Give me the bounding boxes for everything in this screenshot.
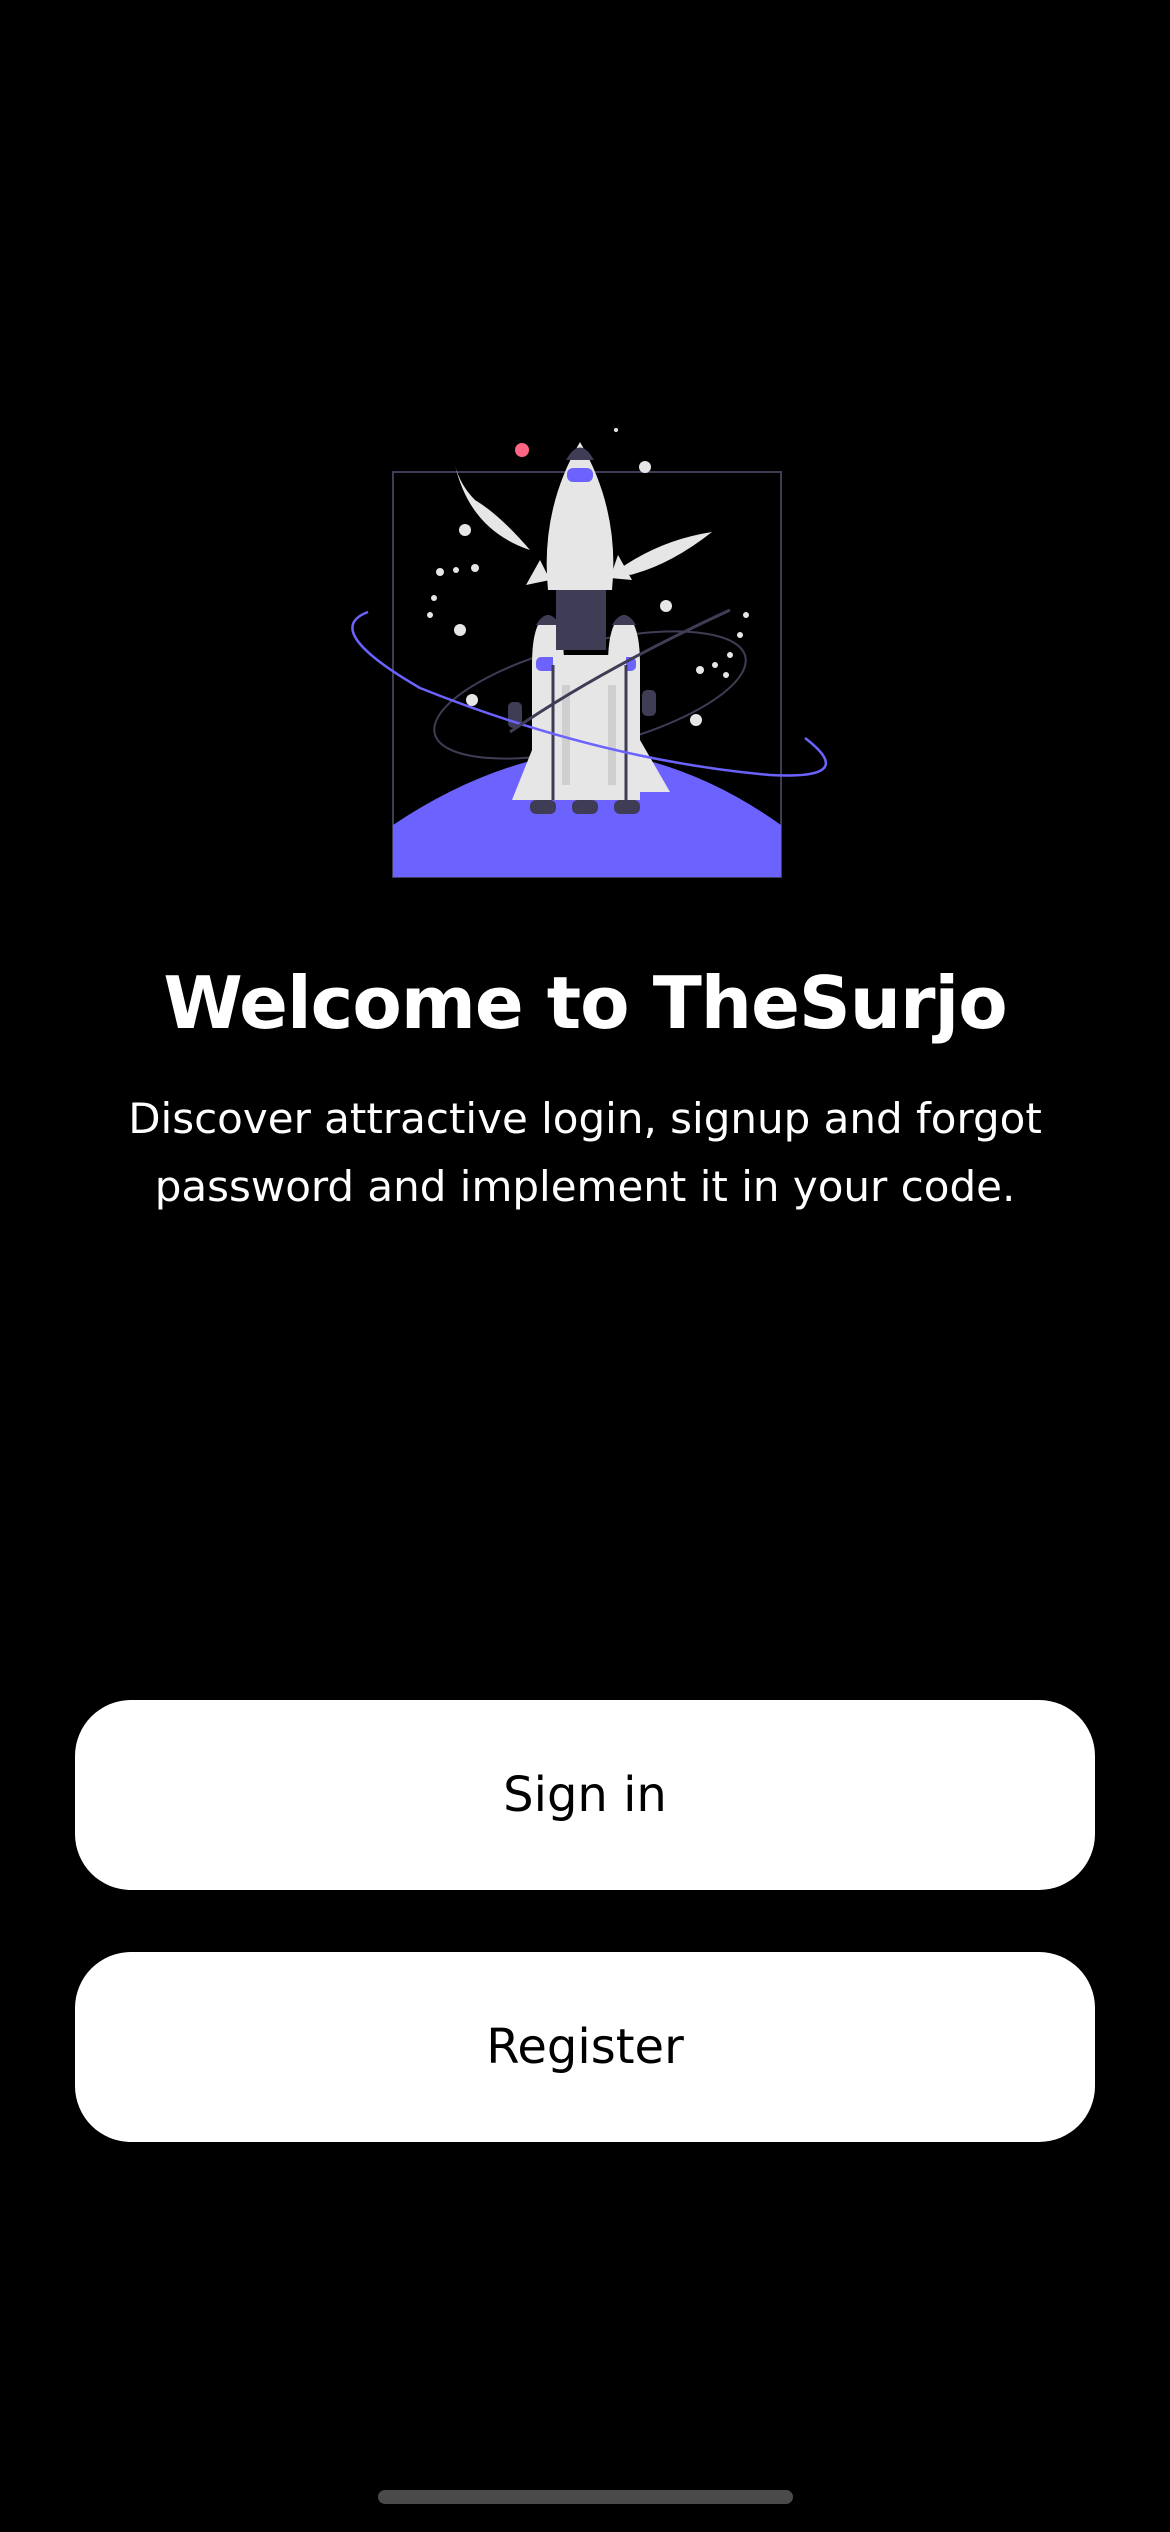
sign-in-button[interactable]: Sign in [75, 1700, 1095, 1890]
home-indicator[interactable] [378, 2490, 793, 2504]
register-button[interactable]: Register [75, 1952, 1095, 2142]
welcome-title: Welcome to TheSurjo [163, 961, 1007, 1045]
welcome-subtitle: Discover attractive login, signup and fo… [128, 1094, 1042, 1211]
rocket-launch-illustration [300, 420, 870, 890]
